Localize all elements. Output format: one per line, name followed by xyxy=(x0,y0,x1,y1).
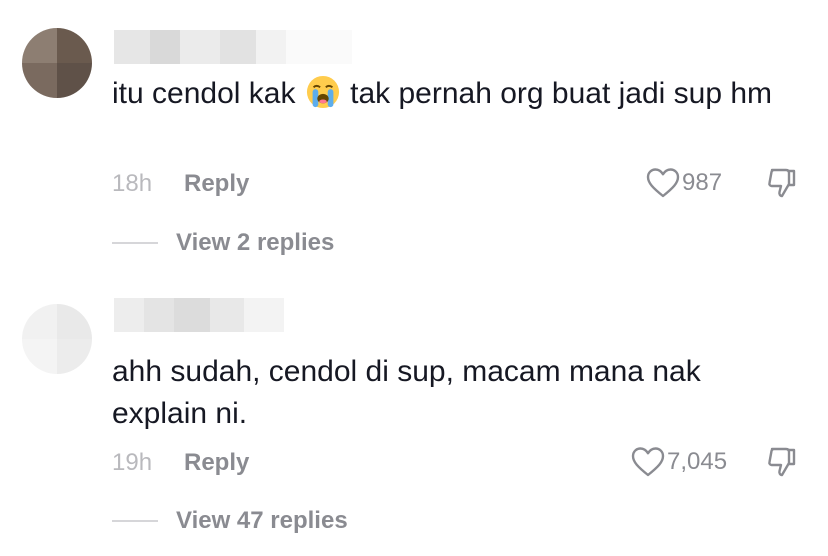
username-blurred[interactable] xyxy=(114,298,284,332)
reply-button[interactable]: Reply xyxy=(184,449,249,477)
thumbs-down-outline-icon[interactable] xyxy=(766,166,798,200)
comment-text: itu cendol kak tak pernah org buat jadi … xyxy=(112,73,792,115)
loudly-crying-face-icon xyxy=(306,75,339,109)
replies-divider xyxy=(112,242,158,244)
reply-button[interactable]: Reply xyxy=(184,170,249,198)
username-blurred[interactable] xyxy=(114,30,352,64)
avatar[interactable] xyxy=(22,28,92,98)
comment-text-part: itu cendol kak xyxy=(112,77,304,110)
comment-timestamp: 19h xyxy=(112,449,153,476)
replies-divider xyxy=(112,520,158,522)
comment-timestamp: 18h xyxy=(112,170,153,197)
heart-outline-icon xyxy=(631,447,665,477)
comment-text-part: tak pernah org buat jadi sup hm xyxy=(341,77,773,110)
view-replies-button[interactable]: View 47 replies xyxy=(176,507,348,535)
like-button[interactable]: 987 xyxy=(646,167,722,199)
like-count: 987 xyxy=(682,169,723,196)
avatar[interactable] xyxy=(22,304,92,374)
thumbs-down-outline-icon[interactable] xyxy=(766,445,798,479)
comment-text: ahh sudah, cendol di sup, macam mana nak… xyxy=(112,355,701,430)
like-count: 7,045 xyxy=(667,448,728,475)
view-replies-button[interactable]: View 2 replies xyxy=(176,229,334,257)
like-button[interactable]: 7,045 xyxy=(631,446,727,478)
heart-outline-icon xyxy=(646,168,680,198)
